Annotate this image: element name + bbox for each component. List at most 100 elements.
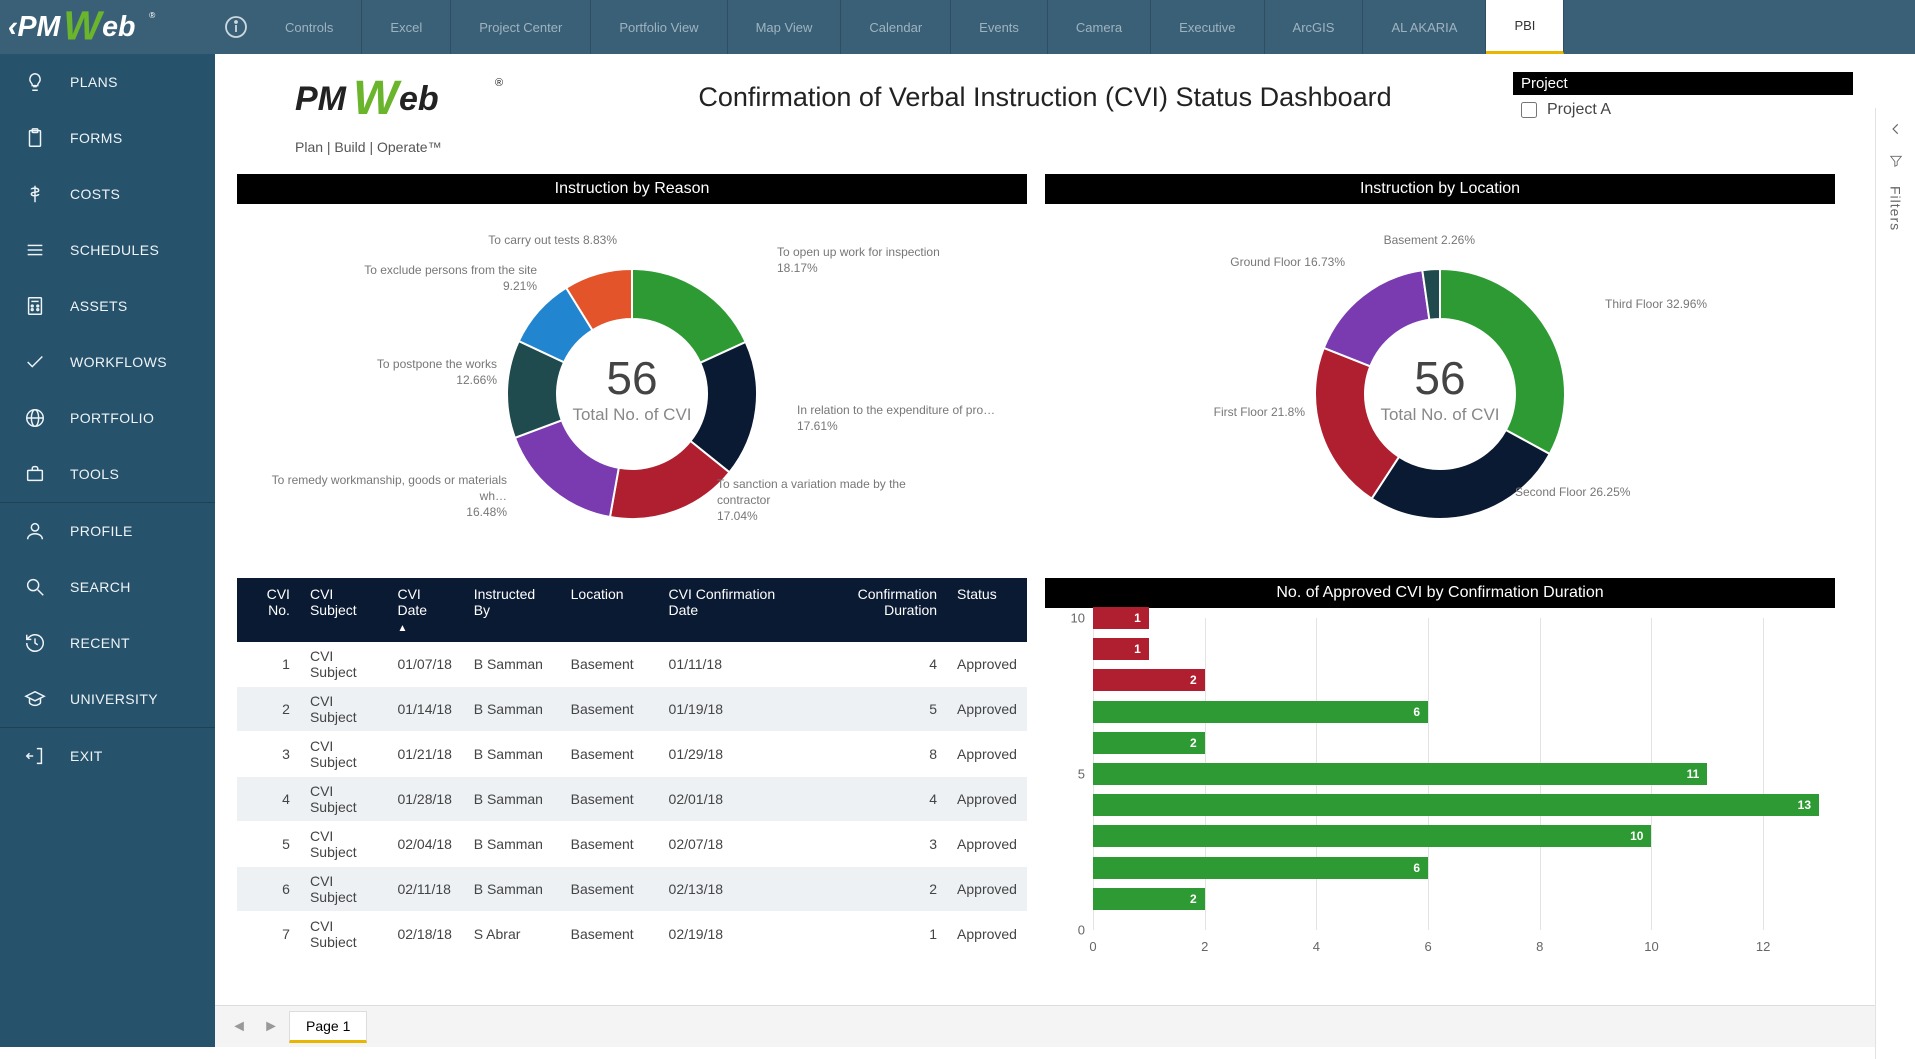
table-row[interactable]: 3CVI Subject01/21/18B SammanBasement01/2… xyxy=(237,732,1027,777)
svg-text:®: ® xyxy=(149,10,156,20)
bar[interactable]: 2 xyxy=(1093,669,1205,691)
sidebar-item-university[interactable]: UNIVERSITY xyxy=(0,671,215,727)
bar[interactable]: 1 xyxy=(1093,638,1149,660)
top-tab-calendar[interactable]: Calendar xyxy=(841,0,951,54)
col-header[interactable]: Confirmation Duration xyxy=(804,578,947,642)
sidebar-item-forms[interactable]: FORMS xyxy=(0,110,215,166)
sidebar-item-label: PORTFOLIO xyxy=(70,410,154,426)
sidebar-item-assets[interactable]: ASSETS xyxy=(0,278,215,334)
table-row[interactable]: 4CVI Subject01/28/18B SammanBasement02/0… xyxy=(237,777,1027,822)
table-row[interactable]: 5CVI Subject02/04/18B SammanBasement02/0… xyxy=(237,822,1027,867)
sidebar-item-search[interactable]: SEARCH xyxy=(0,559,215,615)
sidebar-item-tools[interactable]: TOOLS xyxy=(0,446,215,502)
brand-tagline: Plan | Build | Operate™ xyxy=(295,139,515,155)
globe-icon xyxy=(22,405,48,431)
bar[interactable]: 6 xyxy=(1093,701,1428,723)
donut-label: Basement 2.26% xyxy=(1275,232,1475,248)
briefcase-icon xyxy=(22,461,48,487)
col-header[interactable]: Instructed By xyxy=(464,578,561,642)
y-tick: 0 xyxy=(1065,923,1085,938)
donut-label: In relation to the expenditure of pro…17… xyxy=(797,402,1037,434)
project-filter[interactable]: Project Project A xyxy=(1513,72,1853,125)
cvi-table[interactable]: CVI No.CVI SubjectCVI Date▲Instructed By… xyxy=(237,578,1027,948)
top-tab-controls[interactable]: Controls xyxy=(257,0,362,54)
info-icon[interactable] xyxy=(215,6,257,48)
top-bar: ‹PM W eb ® ControlsExcelProject CenterPo… xyxy=(0,0,1915,54)
col-header[interactable]: Status xyxy=(947,578,1027,642)
pane-instruction-by-location: Instruction by Location 56Total No. of C… xyxy=(1045,174,1835,584)
bar[interactable]: 13 xyxy=(1093,794,1819,816)
chevron-left-icon[interactable] xyxy=(1889,122,1903,136)
sidebar-item-label: PROFILE xyxy=(70,523,133,539)
pane-instruction-by-reason: Instruction by Reason 56 Total No. of CVI… xyxy=(237,174,1027,584)
table-row[interactable]: 1CVI Subject01/07/18B SammanBasement01/1… xyxy=(237,642,1027,687)
donut-label: To exclude persons from the site9.21% xyxy=(277,262,537,294)
top-tab-events[interactable]: Events xyxy=(951,0,1048,54)
top-tab-map-view[interactable]: Map View xyxy=(728,0,842,54)
sidebar-item-plans[interactable]: PLANS xyxy=(0,54,215,110)
sidebar-item-schedules[interactable]: SCHEDULES xyxy=(0,222,215,278)
bar-chart[interactable]: 02468101205101126211131062 xyxy=(1045,608,1835,970)
project-filter-option[interactable]: Project A xyxy=(1513,95,1853,125)
table-row[interactable]: 2CVI Subject01/14/18B SammanBasement01/1… xyxy=(237,687,1027,732)
top-tab-executive[interactable]: Executive xyxy=(1151,0,1264,54)
bar[interactable]: 2 xyxy=(1093,732,1205,754)
table-row[interactable]: 7CVI Subject02/18/18S AbrarBasement02/19… xyxy=(237,912,1027,949)
sidebar-item-profile[interactable]: PROFILE xyxy=(0,503,215,559)
col-header[interactable]: CVI Confirmation Date xyxy=(659,578,805,642)
bar[interactable]: 2 xyxy=(1093,888,1205,910)
sidebar-item-label: PLANS xyxy=(70,74,118,90)
donut-center-label: Total No. of CVI xyxy=(572,405,691,425)
top-tab-project-center[interactable]: Project Center xyxy=(451,0,591,54)
sidebar: PLANS FORMSCOSTSSCHEDULESASSETSWORKFLOWS P… xyxy=(0,54,215,1047)
filters-rail[interactable]: Filters xyxy=(1875,108,1915,1059)
top-tab-pbi[interactable]: PBI xyxy=(1486,0,1564,54)
sidebar-item-exit[interactable]: EXIT xyxy=(0,728,215,784)
calc-icon xyxy=(22,293,48,319)
bar[interactable]: 10 xyxy=(1093,825,1651,847)
app-logo[interactable]: ‹PM W eb ® xyxy=(0,0,215,54)
donut-center-label: Total No. of CVI xyxy=(1380,405,1499,425)
x-tick: 10 xyxy=(1644,939,1658,954)
filters-label: Filters xyxy=(1888,186,1904,231)
top-tab-camera[interactable]: Camera xyxy=(1048,0,1151,54)
top-tab-arcgis[interactable]: ArcGIS xyxy=(1265,0,1364,54)
sidebar-item-workflows[interactable]: WORKFLOWS xyxy=(0,334,215,390)
sidebar-item-costs[interactable]: COSTS xyxy=(0,166,215,222)
sidebar-item-recent[interactable]: RECENT xyxy=(0,615,215,671)
bar[interactable]: 6 xyxy=(1093,857,1428,879)
grad-icon xyxy=(22,686,48,712)
search-icon xyxy=(22,574,48,600)
history-icon xyxy=(22,630,48,656)
donut-center-value: 56 xyxy=(572,355,691,401)
top-tab-portfolio-view[interactable]: Portfolio View xyxy=(591,0,727,54)
svg-text:‹PM: ‹PM xyxy=(8,11,62,43)
page-next-icon[interactable]: ► xyxy=(257,1013,285,1041)
pane-cvi-table: CVI No.CVI SubjectCVI Date▲Instructed By… xyxy=(237,578,1027,948)
table-scroll[interactable]: CVI No.CVI SubjectCVI Date▲Instructed By… xyxy=(237,578,1027,948)
bar[interactable]: 1 xyxy=(1093,607,1149,629)
sidebar-item-portfolio[interactable]: PORTFOLIO xyxy=(0,390,215,446)
funnel-icon xyxy=(1889,154,1903,168)
donut-location[interactable]: 56Total No. of CVIThird Floor 32.96%Seco… xyxy=(1045,204,1835,584)
top-tab-al-akaria[interactable]: AL AKARIA xyxy=(1363,0,1486,54)
col-header[interactable]: Location xyxy=(561,578,659,642)
x-tick: 6 xyxy=(1424,939,1431,954)
table-row[interactable]: 6CVI Subject02/11/18B SammanBasement02/1… xyxy=(237,867,1027,912)
x-tick: 4 xyxy=(1313,939,1320,954)
col-header[interactable]: CVI No. xyxy=(237,578,300,642)
col-header[interactable]: CVI Subject xyxy=(300,578,388,642)
donut-reason[interactable]: 56Total No. of CVITo open up work for in… xyxy=(237,204,1027,584)
page-prev-icon[interactable]: ◄ xyxy=(225,1013,253,1041)
pane-title-reason: Instruction by Reason xyxy=(237,174,1027,204)
bar[interactable]: 11 xyxy=(1093,763,1707,785)
project-checkbox[interactable] xyxy=(1521,102,1537,118)
donut-label: To postpone the works12.66% xyxy=(277,356,497,388)
donut-label: First Floor 21.8% xyxy=(1105,404,1305,420)
col-header[interactable]: CVI Date▲ xyxy=(387,578,463,642)
donut-label: Ground Floor 16.73% xyxy=(1145,254,1345,270)
sidebar-item-label: RECENT xyxy=(70,635,130,651)
bulb-icon xyxy=(22,69,48,95)
top-tab-excel[interactable]: Excel xyxy=(362,0,451,54)
page-tab[interactable]: Page 1 xyxy=(289,1011,367,1043)
